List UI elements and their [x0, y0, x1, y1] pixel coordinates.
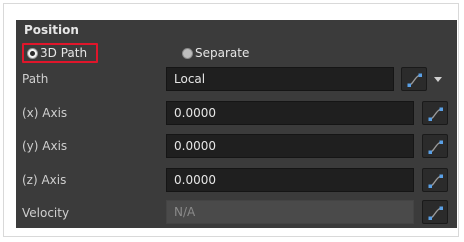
function-curve-icon	[428, 107, 443, 121]
position-panel: Position 3D Path Separate Path Local (x)…	[16, 20, 457, 228]
y-axis-function-button[interactable]	[422, 134, 448, 158]
radio-3d-path[interactable]: 3D Path	[22, 43, 98, 63]
path-field[interactable]: Local	[166, 67, 394, 91]
function-curve-icon	[428, 206, 443, 220]
velocity-function-button[interactable]	[422, 200, 448, 224]
z-axis-function-button[interactable]	[422, 168, 448, 192]
section-title: Position	[24, 23, 79, 37]
radio-separate-label: Separate	[195, 46, 250, 60]
y-axis-field[interactable]: 0.0000	[166, 134, 414, 158]
x-axis-field[interactable]: 0.0000	[166, 101, 414, 125]
x-axis-label: (x) Axis	[22, 106, 68, 120]
radio-unselected-icon	[182, 47, 193, 59]
radio-3d-path-label: 3D Path	[40, 46, 88, 60]
z-axis-field[interactable]: 0.0000	[166, 168, 414, 192]
radio-selected-icon	[27, 47, 38, 59]
path-function-button[interactable]	[401, 67, 427, 91]
function-curve-icon	[428, 140, 443, 154]
function-curve-icon	[428, 174, 443, 188]
x-axis-function-button[interactable]	[422, 101, 448, 125]
z-axis-label: (z) Axis	[22, 173, 67, 187]
function-curve-icon	[407, 73, 422, 87]
radio-separate[interactable]: Separate	[182, 45, 249, 61]
path-label: Path	[22, 72, 49, 86]
velocity-field: N/A	[166, 200, 414, 224]
chevron-down-icon[interactable]	[434, 77, 442, 82]
velocity-label: Velocity	[22, 206, 70, 220]
y-axis-label: (y) Axis	[22, 139, 68, 153]
